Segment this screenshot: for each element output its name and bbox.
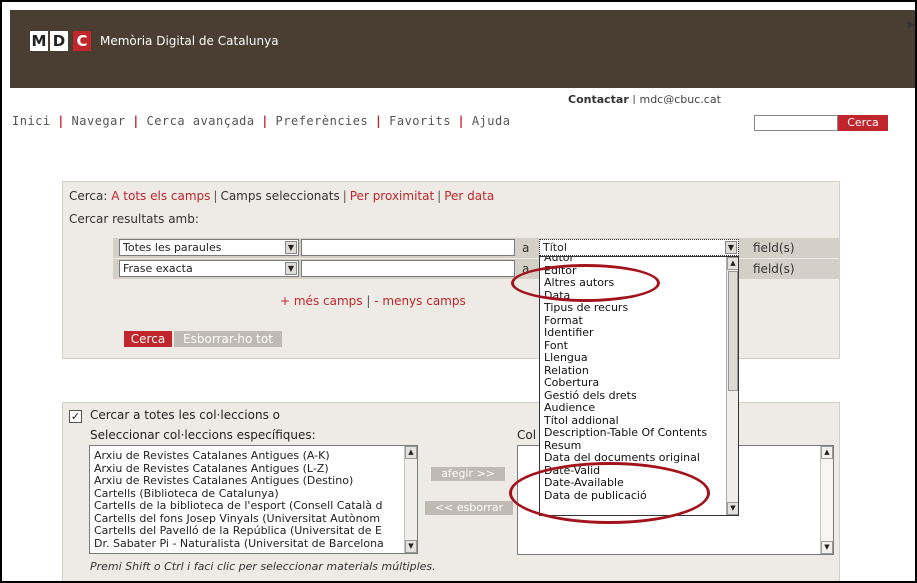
chevron-down-icon: ▼ xyxy=(285,241,297,254)
mode-all-fields[interactable]: A tots els camps xyxy=(111,189,210,203)
field-connector: a xyxy=(522,241,530,255)
selected-list-scrollbar[interactable]: ▲ ▼ xyxy=(820,446,833,554)
search-button[interactable]: Cerca xyxy=(124,331,172,347)
search-mode-label: Cerca: xyxy=(69,189,108,203)
all-collections-label: Cercar a totes les col·leccions o xyxy=(90,408,280,422)
match-select-value: Totes les paraules xyxy=(123,241,222,254)
scroll-down-icon[interactable]: ▼ xyxy=(821,541,833,554)
results-label: Cercar resultats amb: xyxy=(69,212,199,226)
contact-email[interactable]: mdc@cbuc.cat xyxy=(639,95,720,104)
quick-search-button[interactable]: Cerca xyxy=(838,115,888,131)
dropdown-option[interactable]: Llengua xyxy=(540,351,738,365)
chevron-down-icon: ▼ xyxy=(725,241,737,254)
scroll-down-icon[interactable]: ▼ xyxy=(405,540,417,553)
scroll-up-icon[interactable]: ▲ xyxy=(821,446,833,459)
scroll-up-icon[interactable]: ▲ xyxy=(405,446,417,459)
contact-link[interactable]: Contactar xyxy=(568,95,629,104)
nav-separator: | xyxy=(376,114,382,128)
collections-listbox[interactable]: Arxiu de Revistes Catalanes Antigues (A-… xyxy=(89,445,418,554)
site-title: Memòria Digital de Catalunya xyxy=(100,34,279,48)
mode-date[interactable]: Per data xyxy=(444,189,494,203)
search-term-input-1[interactable] xyxy=(301,239,515,256)
list-item[interactable]: Cartells del Pavelló de la República (Un… xyxy=(90,524,417,538)
match-select-1[interactable]: Totes les paraules ▼ xyxy=(119,239,299,256)
match-select-value: Frase exacta xyxy=(123,262,193,275)
scrollbar-thumb[interactable] xyxy=(728,271,738,391)
nav-inici[interactable]: Inici xyxy=(12,114,51,128)
match-select-2[interactable]: Frase exacta ▼ xyxy=(119,260,299,277)
site-header: M D C Memòria Digital de Catalunya xyxy=(10,10,915,88)
nav-favorits[interactable]: Favorits xyxy=(389,114,451,128)
mdc-logo[interactable]: M D C xyxy=(30,31,91,51)
contact-line: Contactar | mdc@cbuc.cat xyxy=(568,95,721,104)
fields-suffix: field(s) xyxy=(753,241,795,255)
dropdown-option[interactable]: Audience xyxy=(540,401,738,415)
multi-select-hint: Premi Shift o Ctrl i faci clic per selec… xyxy=(90,560,436,573)
dropdown-option[interactable]: Tipus de recurs xyxy=(540,301,738,315)
more-fields-link[interactable]: + més camps xyxy=(280,294,363,308)
dropdown-option[interactable]: Description-Table Of Contents xyxy=(540,426,738,440)
selected-collections-label: Col xyxy=(517,428,537,442)
fields-suffix: field(s) xyxy=(753,262,795,276)
clear-button[interactable]: Esborrar-ho tot xyxy=(174,331,282,347)
annotation-ellipse-top xyxy=(511,264,660,302)
nav-separator: | xyxy=(133,114,139,128)
dropdown-scrollbar[interactable]: ▲ ▼ xyxy=(726,257,738,515)
quick-search-input[interactable] xyxy=(754,115,838,131)
remove-collection-button[interactable]: << esborrar xyxy=(425,501,513,515)
list-item[interactable]: Arxiu de Revistes Catalanes Antigues (A-… xyxy=(90,449,417,463)
add-collection-button[interactable]: afegir >> xyxy=(431,467,505,481)
mode-selected-fields[interactable]: Camps seleccionats xyxy=(220,189,339,203)
mode-proximity[interactable]: Per proximitat xyxy=(350,189,434,203)
list-item[interactable]: Cartells de la biblioteca de l'esport (C… xyxy=(90,499,417,513)
nav-ajuda[interactable]: Ajuda xyxy=(472,114,511,128)
scroll-right-icon[interactable]: ▶ xyxy=(908,20,917,30)
field-select-value: Títol xyxy=(543,241,567,254)
search-mode-row: Cerca: A tots els camps | Camps selecciona… xyxy=(69,189,495,203)
field-count-controls: + més camps | - menys camps xyxy=(280,294,466,308)
scroll-down-icon[interactable]: ▼ xyxy=(727,502,738,515)
logo-letter-c: C xyxy=(73,31,91,51)
nav-cerca-avancada[interactable]: Cerca avançada xyxy=(146,114,254,128)
scroll-up-icon[interactable]: ▲ xyxy=(727,257,738,270)
nav-navegar[interactable]: Navegar xyxy=(72,114,126,128)
list-item[interactable]: Dr. Sabater Pi - Naturalista (Universita… xyxy=(90,537,417,551)
search-term-input-2[interactable] xyxy=(301,260,515,277)
less-fields-link[interactable]: - menys camps xyxy=(374,294,466,308)
annotation-ellipse-bottom xyxy=(509,462,710,524)
list-item[interactable]: Arxiu de Revistes Catalanes Antigues (De… xyxy=(90,474,417,488)
chevron-down-icon: ▼ xyxy=(285,262,297,275)
logo-letter-m: M xyxy=(30,31,48,51)
nav-separator: | xyxy=(262,114,268,128)
select-collections-label: Seleccionar col·leccions específiques: xyxy=(90,428,316,442)
all-collections-checkbox[interactable]: ✓ xyxy=(69,410,82,423)
nav-separator: | xyxy=(458,114,464,128)
listbox-scrollbar[interactable]: ▲ ▼ xyxy=(404,446,417,553)
nav-preferencies[interactable]: Preferències xyxy=(276,114,369,128)
nav-separator: | xyxy=(58,114,64,128)
dropdown-option[interactable]: Cobertura xyxy=(540,376,738,390)
dropdown-option[interactable]: Identifier xyxy=(540,326,738,340)
logo-letter-d: D xyxy=(50,31,68,51)
main-nav: Inici | Navegar | Cerca avançada | Prefe… xyxy=(12,114,510,128)
field-select-1[interactable]: Títol ▼ xyxy=(539,239,739,256)
